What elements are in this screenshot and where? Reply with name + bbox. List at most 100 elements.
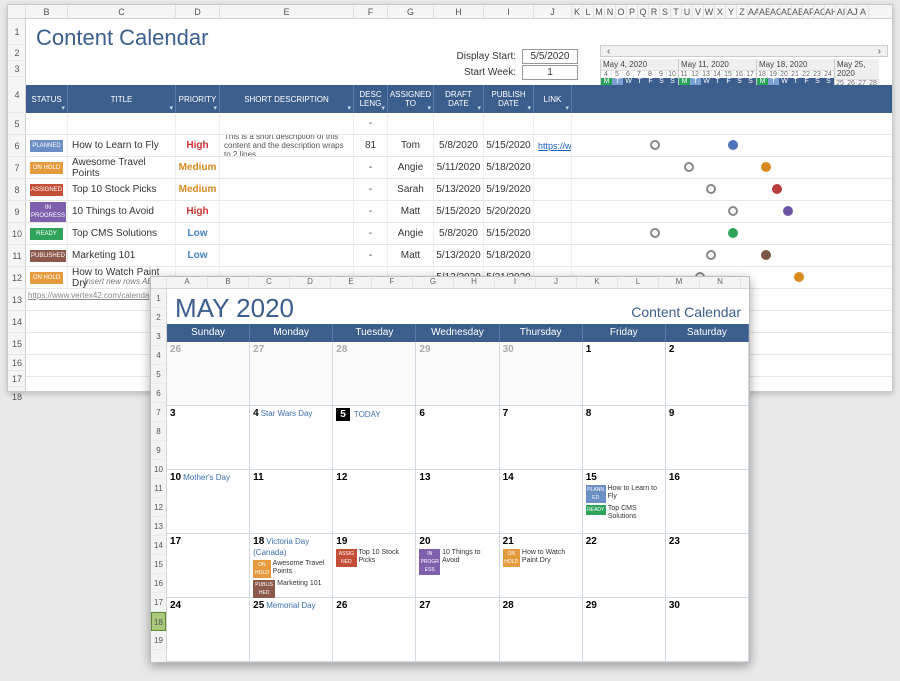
column-letter[interactable]: AG xyxy=(814,5,825,18)
cell-assigned[interactable]: Matt xyxy=(388,201,434,222)
calendar-day[interactable]: 24 xyxy=(167,598,250,662)
cell-assigned[interactable]: Matt xyxy=(388,245,434,266)
row-number[interactable]: 7 xyxy=(151,403,166,422)
calendar-day[interactable]: 10Mother's Day xyxy=(167,470,250,534)
calendar-day[interactable]: 30 xyxy=(666,598,749,662)
cell-publish-date[interactable]: 5/20/2020 xyxy=(484,201,534,222)
column-letter[interactable]: AD xyxy=(781,5,792,18)
cell-title[interactable]: How to Learn to Fly xyxy=(68,135,176,156)
column-letter[interactable]: Y xyxy=(726,5,737,18)
calendar-event[interactable]: IN PROGR ESS10 Things to Avoid xyxy=(419,549,495,575)
column-letter[interactable]: D xyxy=(290,277,331,288)
calendar-day[interactable]: 6 xyxy=(416,406,499,470)
cell-draft-date[interactable]: 5/8/2020 xyxy=(434,135,484,156)
column-letter[interactable]: Z xyxy=(737,5,748,18)
column-letter[interactable]: N xyxy=(605,5,616,18)
row-number[interactable]: 5 xyxy=(8,113,26,135)
cell-publish-date[interactable]: 5/15/2020 xyxy=(484,135,534,156)
column-letter[interactable]: Q xyxy=(638,5,649,18)
header-draft-date[interactable]: DRAFT DATE xyxy=(434,85,484,113)
calendar-day[interactable]: 11 xyxy=(250,470,333,534)
row-number[interactable]: 1 xyxy=(8,19,26,45)
column-letter[interactable]: K xyxy=(572,5,583,18)
calendar-event[interactable]: ON HOLDHow to Watch Paint Dry xyxy=(503,549,579,567)
header-short-description[interactable]: SHORT DESCRIPTION xyxy=(220,85,354,113)
cell-title[interactable]: Top 10 Stock Picks xyxy=(68,179,176,200)
row-number[interactable]: 17 xyxy=(8,371,26,387)
row-number[interactable]: 16 xyxy=(8,355,26,371)
cell-title[interactable]: Top CMS Solutions xyxy=(68,223,176,244)
row-number[interactable]: 1 xyxy=(151,289,166,308)
column-letter[interactable]: I xyxy=(484,5,534,18)
calendar-day[interactable]: 29 xyxy=(583,598,666,662)
calendar-day[interactable]: 27 xyxy=(250,342,333,406)
cell-title[interactable]: 10 Things to Avoid xyxy=(68,201,176,222)
column-letter[interactable]: I xyxy=(495,277,536,288)
scroll-left-icon[interactable]: ‹ xyxy=(601,46,616,56)
calendar-event[interactable]: ON HOLDAwesome Travel Points xyxy=(253,560,329,578)
calendar-day[interactable]: 13 xyxy=(416,470,499,534)
column-letter[interactable]: F xyxy=(372,277,413,288)
cell-description[interactable] xyxy=(220,201,354,222)
column-letter[interactable]: M xyxy=(594,5,605,18)
calendar-event[interactable]: PLANN EDHow to Learn to Fly xyxy=(586,485,662,503)
column-letter[interactable]: J xyxy=(534,5,572,18)
calendar-day[interactable]: 26 xyxy=(333,598,416,662)
calendar-day[interactable]: 16 xyxy=(666,470,749,534)
cell-link[interactable] xyxy=(534,245,572,266)
column-letter[interactable]: J xyxy=(536,277,577,288)
header-publish-date[interactable]: PUBLISH DATE xyxy=(484,85,534,113)
calendar-day[interactable]: 22 xyxy=(583,534,666,598)
cell-assigned[interactable]: Angie xyxy=(388,223,434,244)
column-letter[interactable]: L xyxy=(583,5,594,18)
column-letter[interactable]: G xyxy=(413,277,454,288)
cell-priority[interactable]: High xyxy=(176,201,220,222)
header-title[interactable]: TITLE xyxy=(68,85,176,113)
column-letter[interactable]: C xyxy=(249,277,290,288)
header-assigned-to[interactable]: ASSIGNED TO xyxy=(388,85,434,113)
cell-draft-date[interactable]: 5/13/2020 xyxy=(434,245,484,266)
row-number[interactable]: 4 xyxy=(8,77,26,113)
column-letter[interactable]: E xyxy=(331,277,372,288)
cell-publish-date[interactable]: 5/19/2020 xyxy=(484,179,534,200)
calendar-day[interactable]: 27 xyxy=(416,598,499,662)
row-number[interactable]: 2 xyxy=(151,308,166,327)
cell-draft-date[interactable]: 5/15/2020 xyxy=(434,201,484,222)
source-link[interactable]: https://www.vertex42.com/calenda xyxy=(28,291,149,300)
calendar-day[interactable]: 12 xyxy=(333,470,416,534)
calendar-event[interactable]: PUBLIS HEDMarketing 101 xyxy=(253,580,329,598)
cell-title[interactable]: Marketing 101 xyxy=(68,245,176,266)
column-letter[interactable]: AC xyxy=(770,5,781,18)
column-letter[interactable]: X xyxy=(715,5,726,18)
cell-priority[interactable]: Low xyxy=(176,223,220,244)
calendar-day[interactable]: 7 xyxy=(500,406,583,470)
row-number[interactable]: 12 xyxy=(151,498,166,517)
row-number[interactable]: 11 xyxy=(151,479,166,498)
row-number[interactable]: 14 xyxy=(151,536,166,555)
cell-description[interactable] xyxy=(220,245,354,266)
calendar-day[interactable]: 19ASSIG NEDTop 10 Stock Picks xyxy=(333,534,416,598)
row-number[interactable]: 11 xyxy=(8,245,26,267)
column-letter[interactable]: W xyxy=(704,5,715,18)
cell-priority[interactable]: High xyxy=(176,135,220,156)
row-number[interactable]: 2 xyxy=(8,45,26,61)
calendar-day[interactable]: 17 xyxy=(167,534,250,598)
column-letter[interactable]: B xyxy=(26,5,68,18)
column-letter[interactable]: D xyxy=(176,5,220,18)
column-letter[interactable]: P xyxy=(627,5,638,18)
horizontal-scrollbar[interactable]: ‹ › xyxy=(600,45,888,57)
cell-description[interactable] xyxy=(220,157,354,178)
calendar-day[interactable]: 28 xyxy=(500,598,583,662)
row-number[interactable]: 18 xyxy=(151,612,166,631)
row-number[interactable]: 8 xyxy=(8,179,26,201)
calendar-day[interactable]: 1 xyxy=(583,342,666,406)
calendar-day[interactable]: 25Memorial Day xyxy=(250,598,333,662)
cell-priority[interactable]: Medium xyxy=(176,179,220,200)
row-number[interactable]: 12 xyxy=(8,267,26,289)
column-letter[interactable]: K xyxy=(577,277,618,288)
column-letter[interactable]: G xyxy=(388,5,434,18)
cell-assigned[interactable]: Sarah xyxy=(388,179,434,200)
row-number[interactable]: 8 xyxy=(151,422,166,441)
row-number[interactable]: 7 xyxy=(8,157,26,179)
column-letter[interactable]: AB xyxy=(759,5,770,18)
